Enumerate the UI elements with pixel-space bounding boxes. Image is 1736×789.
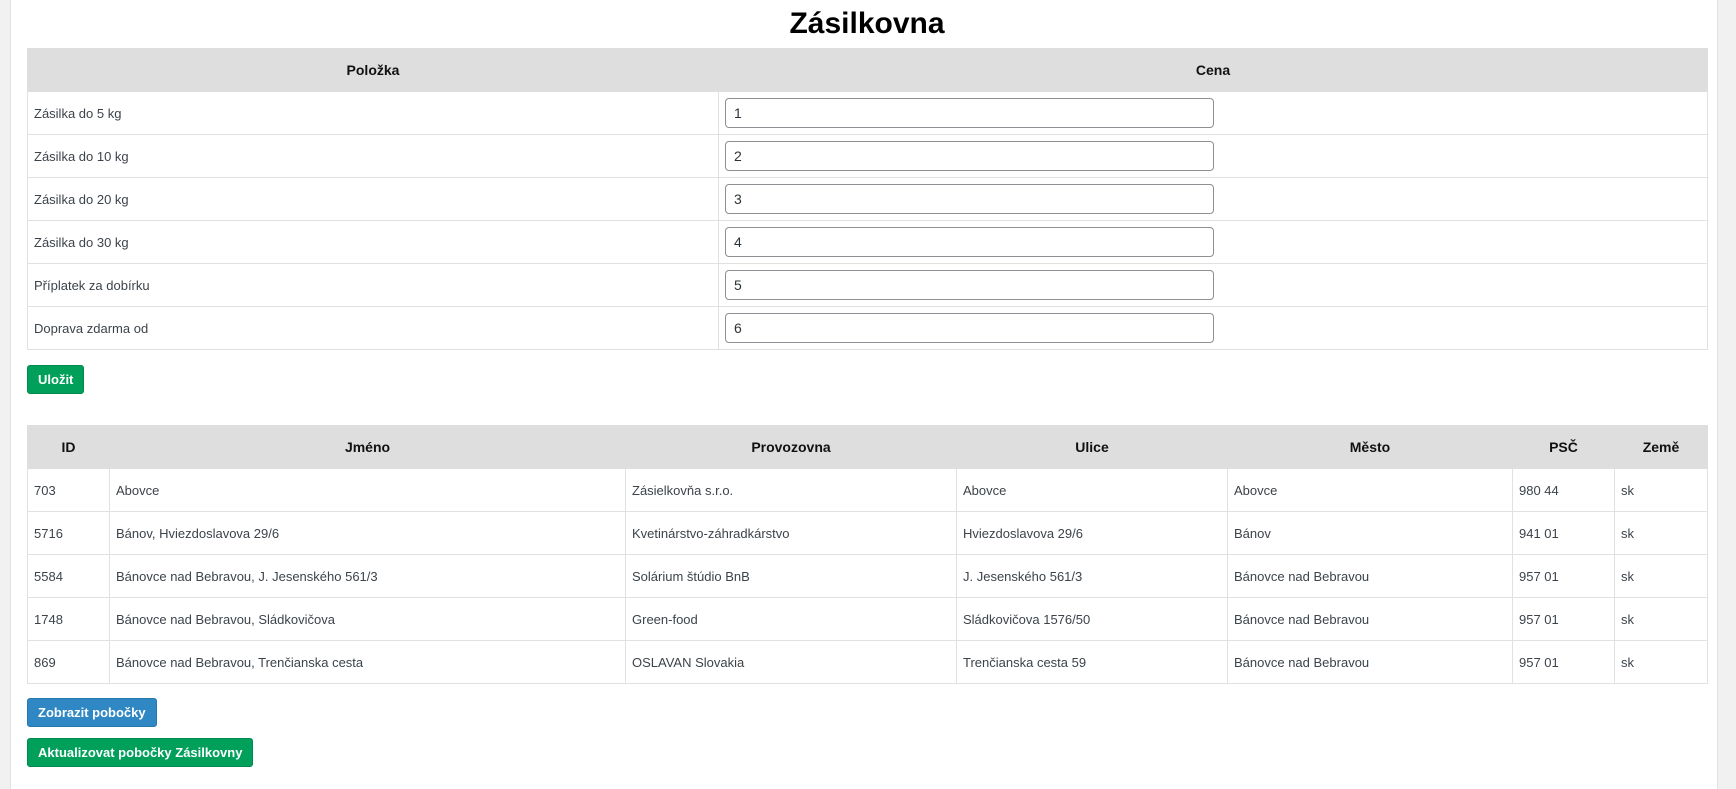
price-row: Doprava zdarma od — [27, 306, 1708, 350]
price-row-value-cell — [718, 177, 1708, 221]
update-branches-button[interactable]: Aktualizovat pobočky Zásilkovny — [27, 738, 254, 767]
show-branches-button[interactable]: Zobrazit pobočky — [27, 698, 157, 727]
branch-city: Bánov — [1227, 511, 1513, 555]
price-row-value-cell — [718, 134, 1708, 178]
branch-id: 869 — [27, 640, 110, 684]
branch-location: OSLAVAN Slovakia — [625, 640, 957, 684]
settings-container: Zásilkovna Položka Cena Zásilka do 5 kgZ… — [27, 0, 1708, 767]
price-row: Zásilka do 5 kg — [27, 91, 1708, 135]
branch-zip: 957 01 — [1512, 640, 1615, 684]
price-row-value-cell — [718, 263, 1708, 307]
branch-country: sk — [1614, 468, 1708, 512]
branch-city: Bánovce nad Bebravou — [1227, 554, 1513, 598]
price-table: Položka Cena Zásilka do 5 kgZásilka do 1… — [27, 48, 1708, 350]
price-input[interactable] — [725, 98, 1214, 128]
price-row-label: Příplatek za dobírku — [27, 263, 719, 307]
branch-country: sk — [1614, 597, 1708, 641]
branch-street: Sládkovičova 1576/50 — [956, 597, 1228, 641]
column-header-name: Jméno — [109, 425, 626, 469]
branch-street: Trenčianska cesta 59 — [956, 640, 1228, 684]
branch-zip: 957 01 — [1512, 554, 1615, 598]
branch-id: 703 — [27, 468, 110, 512]
price-table-header: Položka Cena — [27, 48, 1708, 92]
column-header-location: Provozovna — [625, 425, 957, 469]
branch-country: sk — [1614, 554, 1708, 598]
price-input[interactable] — [725, 270, 1214, 300]
branch-name: Bánov, Hviezdoslavova 29/6 — [109, 511, 626, 555]
branch-location: Zásielkovňa s.r.o. — [625, 468, 957, 512]
table-row: 5716 Bánov, Hviezdoslavova 29/6 Kvetinárst… — [27, 511, 1708, 555]
price-row: Zásilka do 10 kg — [27, 134, 1708, 178]
price-row-value-cell — [718, 306, 1708, 350]
price-row-label: Zásilka do 30 kg — [27, 220, 719, 264]
price-row-label: Zásilka do 20 kg — [27, 177, 719, 221]
branch-name: Bánovce nad Bebravou, Sládkovičova — [109, 597, 626, 641]
price-row-label: Zásilka do 10 kg — [27, 134, 719, 178]
branch-name: Abovce — [109, 468, 626, 512]
content-panel: Zásilkovna Položka Cena Zásilka do 5 kgZ… — [10, 0, 1718, 789]
column-header-id: ID — [27, 425, 110, 469]
price-input[interactable] — [725, 184, 1214, 214]
table-row: 703 Abovce Zásielkovňa s.r.o. Abovce Abovce 9… — [27, 468, 1708, 512]
branch-city: Bánovce nad Bebravou — [1227, 640, 1513, 684]
price-row: Příplatek za dobírku — [27, 263, 1708, 307]
branch-name: Bánovce nad Bebravou, J. Jesenského 561/… — [109, 554, 626, 598]
price-row-value-cell — [718, 220, 1708, 264]
branch-name: Bánovce nad Bebravou, Trenčianska cesta — [109, 640, 626, 684]
column-header-price: Cena — [718, 48, 1708, 92]
branch-street: Abovce — [956, 468, 1228, 512]
price-input[interactable] — [725, 227, 1214, 257]
price-input[interactable] — [725, 313, 1214, 343]
branch-street: Hviezdoslavova 29/6 — [956, 511, 1228, 555]
column-header-item: Položka — [27, 48, 719, 92]
table-row: 1748 Bánovce nad Bebravou, Sládkovičova Gr… — [27, 597, 1708, 641]
table-row: 5584 Bánovce nad Bebravou, J. Jesenského … — [27, 554, 1708, 598]
branch-id: 5716 — [27, 511, 110, 555]
price-row: Zásilka do 30 kg — [27, 220, 1708, 264]
column-header-zip: PSČ — [1512, 425, 1615, 469]
branch-street: J. Jesenského 561/3 — [956, 554, 1228, 598]
branch-country: sk — [1614, 511, 1708, 555]
save-button[interactable]: Uložit — [27, 365, 85, 394]
column-header-street: Ulice — [956, 425, 1228, 469]
branch-location: Green-food — [625, 597, 957, 641]
price-row-label: Zásilka do 5 kg — [27, 91, 719, 135]
branch-zip: 957 01 — [1512, 597, 1615, 641]
price-row: Zásilka do 20 kg — [27, 177, 1708, 221]
branches-table-header: ID Jméno Provozovna Ulice Město PSČ Země — [27, 425, 1708, 469]
branch-city: Abovce — [1227, 468, 1513, 512]
page-title: Zásilkovna — [789, 7, 945, 40]
branch-location: Solárium štúdio BnB — [625, 554, 957, 598]
branch-country: sk — [1614, 640, 1708, 684]
price-input[interactable] — [725, 141, 1214, 171]
branch-location: Kvetinárstvo-záhradkárstvo — [625, 511, 957, 555]
price-row-value-cell — [718, 91, 1708, 135]
branch-zip: 941 01 — [1512, 511, 1615, 555]
branches-table: ID Jméno Provozovna Ulice Město PSČ Země 703 Ab… — [27, 425, 1708, 684]
branch-zip: 980 44 — [1512, 468, 1615, 512]
column-header-city: Město — [1227, 425, 1513, 469]
branch-city: Bánovce nad Bebravou — [1227, 597, 1513, 641]
price-row-label: Doprava zdarma od — [27, 306, 719, 350]
branch-id: 1748 — [27, 597, 110, 641]
column-header-country: Země — [1614, 425, 1708, 469]
table-row: 869 Bánovce nad Bebravou, Trenčianska ces… — [27, 640, 1708, 684]
branch-id: 5584 — [27, 554, 110, 598]
